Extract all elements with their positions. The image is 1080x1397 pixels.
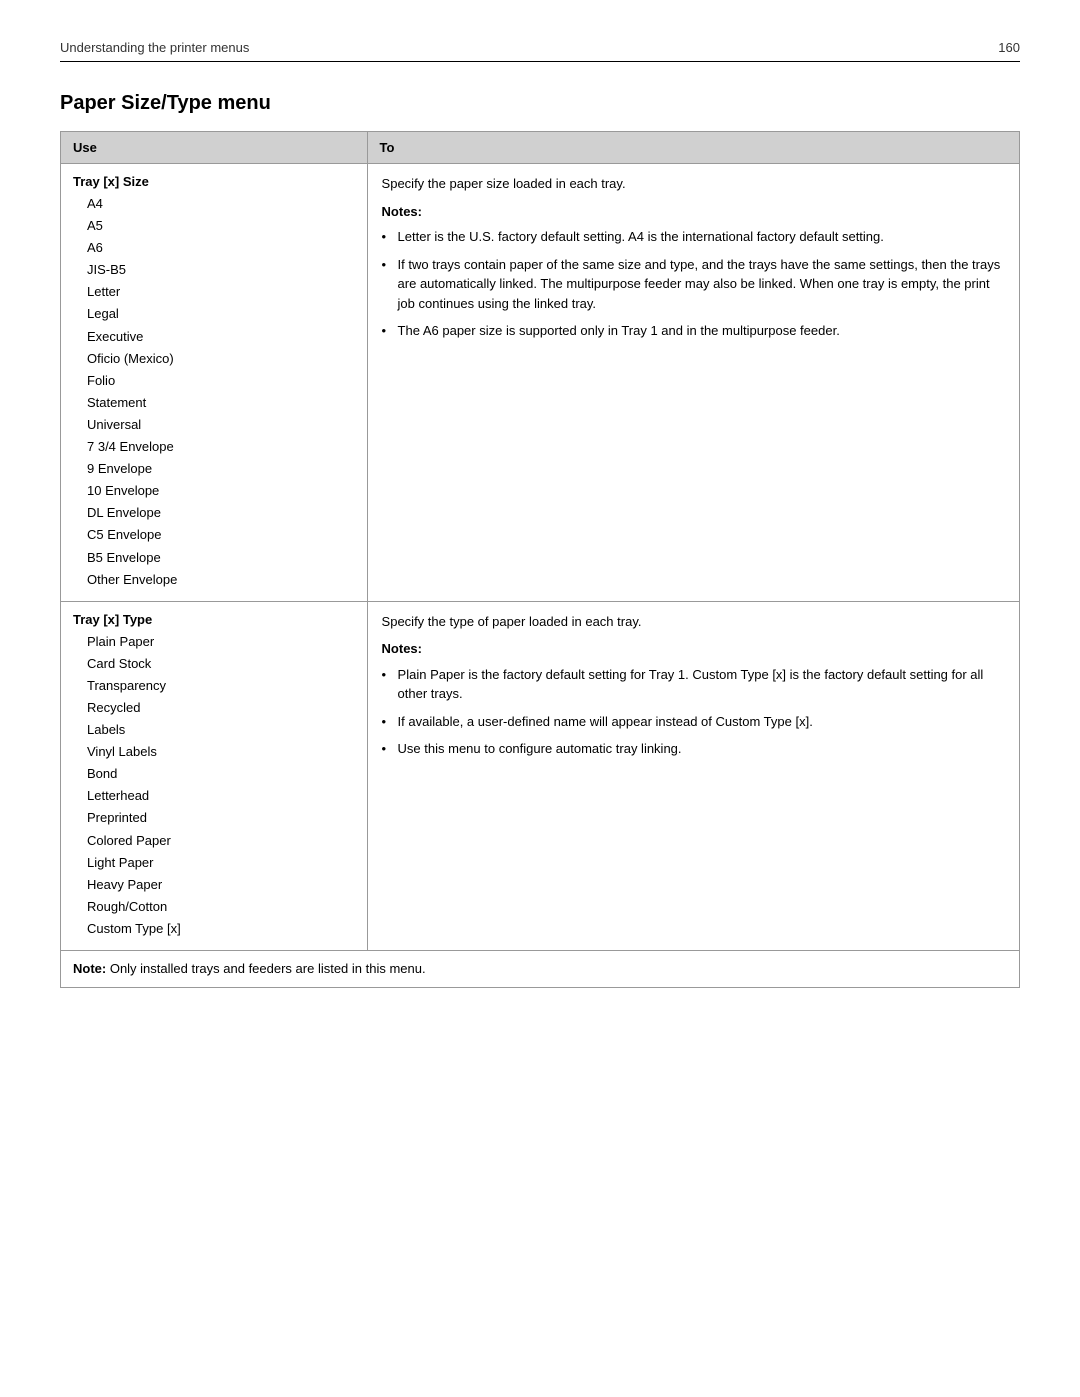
- list-item: B5 Envelope: [73, 547, 355, 569]
- list-item: Vinyl Labels: [73, 741, 355, 763]
- tray-type-description: Specify the type of paper loaded in each…: [382, 612, 1005, 632]
- section-title: Paper Size/Type menu: [60, 92, 1020, 115]
- list-item: Light Paper: [73, 852, 355, 874]
- list-item: 10 Envelope: [73, 480, 355, 502]
- list-item: A6: [73, 237, 355, 259]
- list-item: If available, a user-defined name will a…: [382, 712, 1005, 732]
- list-item: Legal: [73, 303, 355, 325]
- list-item: Letter is the U.S. factory default setti…: [382, 227, 1005, 247]
- to-col-tray-size: Specify the paper size loaded in each tr…: [368, 164, 1019, 601]
- to-col-tray-type: Specify the type of paper loaded in each…: [368, 602, 1019, 950]
- list-item: 9 Envelope: [73, 458, 355, 480]
- list-item: Executive: [73, 326, 355, 348]
- use-col-tray-size: Tray [x] Size A4 A5 A6 JIS-B5 Letter Leg…: [61, 164, 368, 601]
- table-header-row: Use To: [61, 132, 1019, 164]
- use-col-tray-type: Tray [x] Type Plain Paper Card Stock Tra…: [61, 602, 368, 950]
- list-item: Recycled: [73, 697, 355, 719]
- table-row-tray-type: Tray [x] Type Plain Paper Card Stock Tra…: [61, 602, 1019, 951]
- list-item: If two trays contain paper of the same s…: [382, 255, 1005, 314]
- page-header: Understanding the printer menus 160: [60, 40, 1020, 62]
- list-item: A5: [73, 215, 355, 237]
- list-item: Labels: [73, 719, 355, 741]
- list-item: Custom Type [x]: [73, 918, 355, 940]
- tray-size-description: Specify the paper size loaded in each tr…: [382, 174, 1005, 194]
- table-footer-row: Note: Only installed trays and feeders a…: [61, 951, 1019, 987]
- tray-type-notes-list: Plain Paper is the factory default setti…: [382, 665, 1005, 759]
- list-item: Preprinted: [73, 807, 355, 829]
- list-item: Heavy Paper: [73, 874, 355, 896]
- list-item: Oficio (Mexico): [73, 348, 355, 370]
- tray-size-notes-label: Notes:: [382, 202, 1005, 222]
- list-item: Letter: [73, 281, 355, 303]
- list-item: Plain Paper is the factory default setti…: [382, 665, 1005, 704]
- list-item: Bond: [73, 763, 355, 785]
- list-item: 7 3/4 Envelope: [73, 436, 355, 458]
- list-item: Universal: [73, 414, 355, 436]
- tray-size-notes-list: Letter is the U.S. factory default setti…: [382, 227, 1005, 341]
- list-item: Transparency: [73, 675, 355, 697]
- list-item: JIS-B5: [73, 259, 355, 281]
- main-table: Use To Tray [x] Size A4 A5 A6 JIS-B5 Let…: [60, 131, 1020, 988]
- list-item: DL Envelope: [73, 502, 355, 524]
- list-item: Folio: [73, 370, 355, 392]
- table-row-tray-size: Tray [x] Size A4 A5 A6 JIS-B5 Letter Leg…: [61, 164, 1019, 602]
- list-item: Card Stock: [73, 653, 355, 675]
- list-item: C5 Envelope: [73, 524, 355, 546]
- tray-type-label: Tray [x] Type: [73, 612, 355, 627]
- tray-type-notes-label: Notes:: [382, 639, 1005, 659]
- list-item: Colored Paper: [73, 830, 355, 852]
- list-item: Use this menu to configure automatic tra…: [382, 739, 1005, 759]
- list-item: A4: [73, 193, 355, 215]
- col-use-header: Use: [61, 132, 368, 163]
- tray-size-label: Tray [x] Size: [73, 174, 355, 189]
- page-number: 160: [998, 40, 1020, 55]
- list-item: Plain Paper: [73, 631, 355, 653]
- table-footer-note: Note: Only installed trays and feeders a…: [61, 951, 1019, 987]
- page-header-title: Understanding the printer menus: [60, 40, 249, 55]
- list-item: Statement: [73, 392, 355, 414]
- list-item: Letterhead: [73, 785, 355, 807]
- list-item: Other Envelope: [73, 569, 355, 591]
- col-to-header: To: [368, 132, 1019, 163]
- list-item: The A6 paper size is supported only in T…: [382, 321, 1005, 341]
- list-item: Rough/Cotton: [73, 896, 355, 918]
